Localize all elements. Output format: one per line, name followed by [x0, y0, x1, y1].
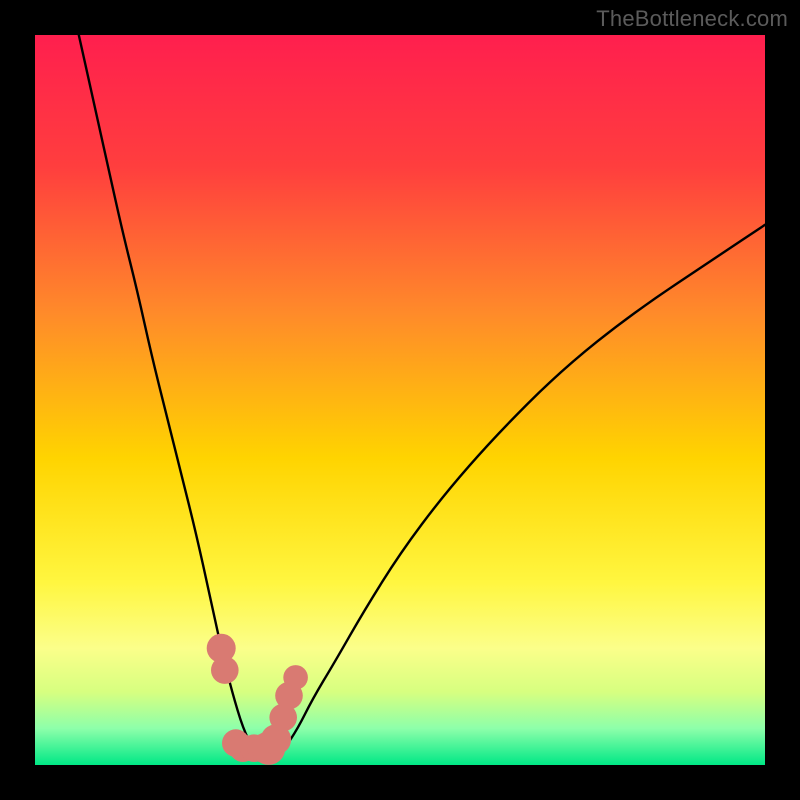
curve-marker	[211, 656, 239, 684]
curve-markers	[207, 634, 308, 765]
curve-marker	[283, 665, 308, 690]
plot-area	[35, 35, 765, 765]
bottleneck-curve	[35, 35, 765, 765]
watermark-text: TheBottleneck.com	[596, 6, 788, 32]
chart-frame: TheBottleneck.com	[0, 0, 800, 800]
